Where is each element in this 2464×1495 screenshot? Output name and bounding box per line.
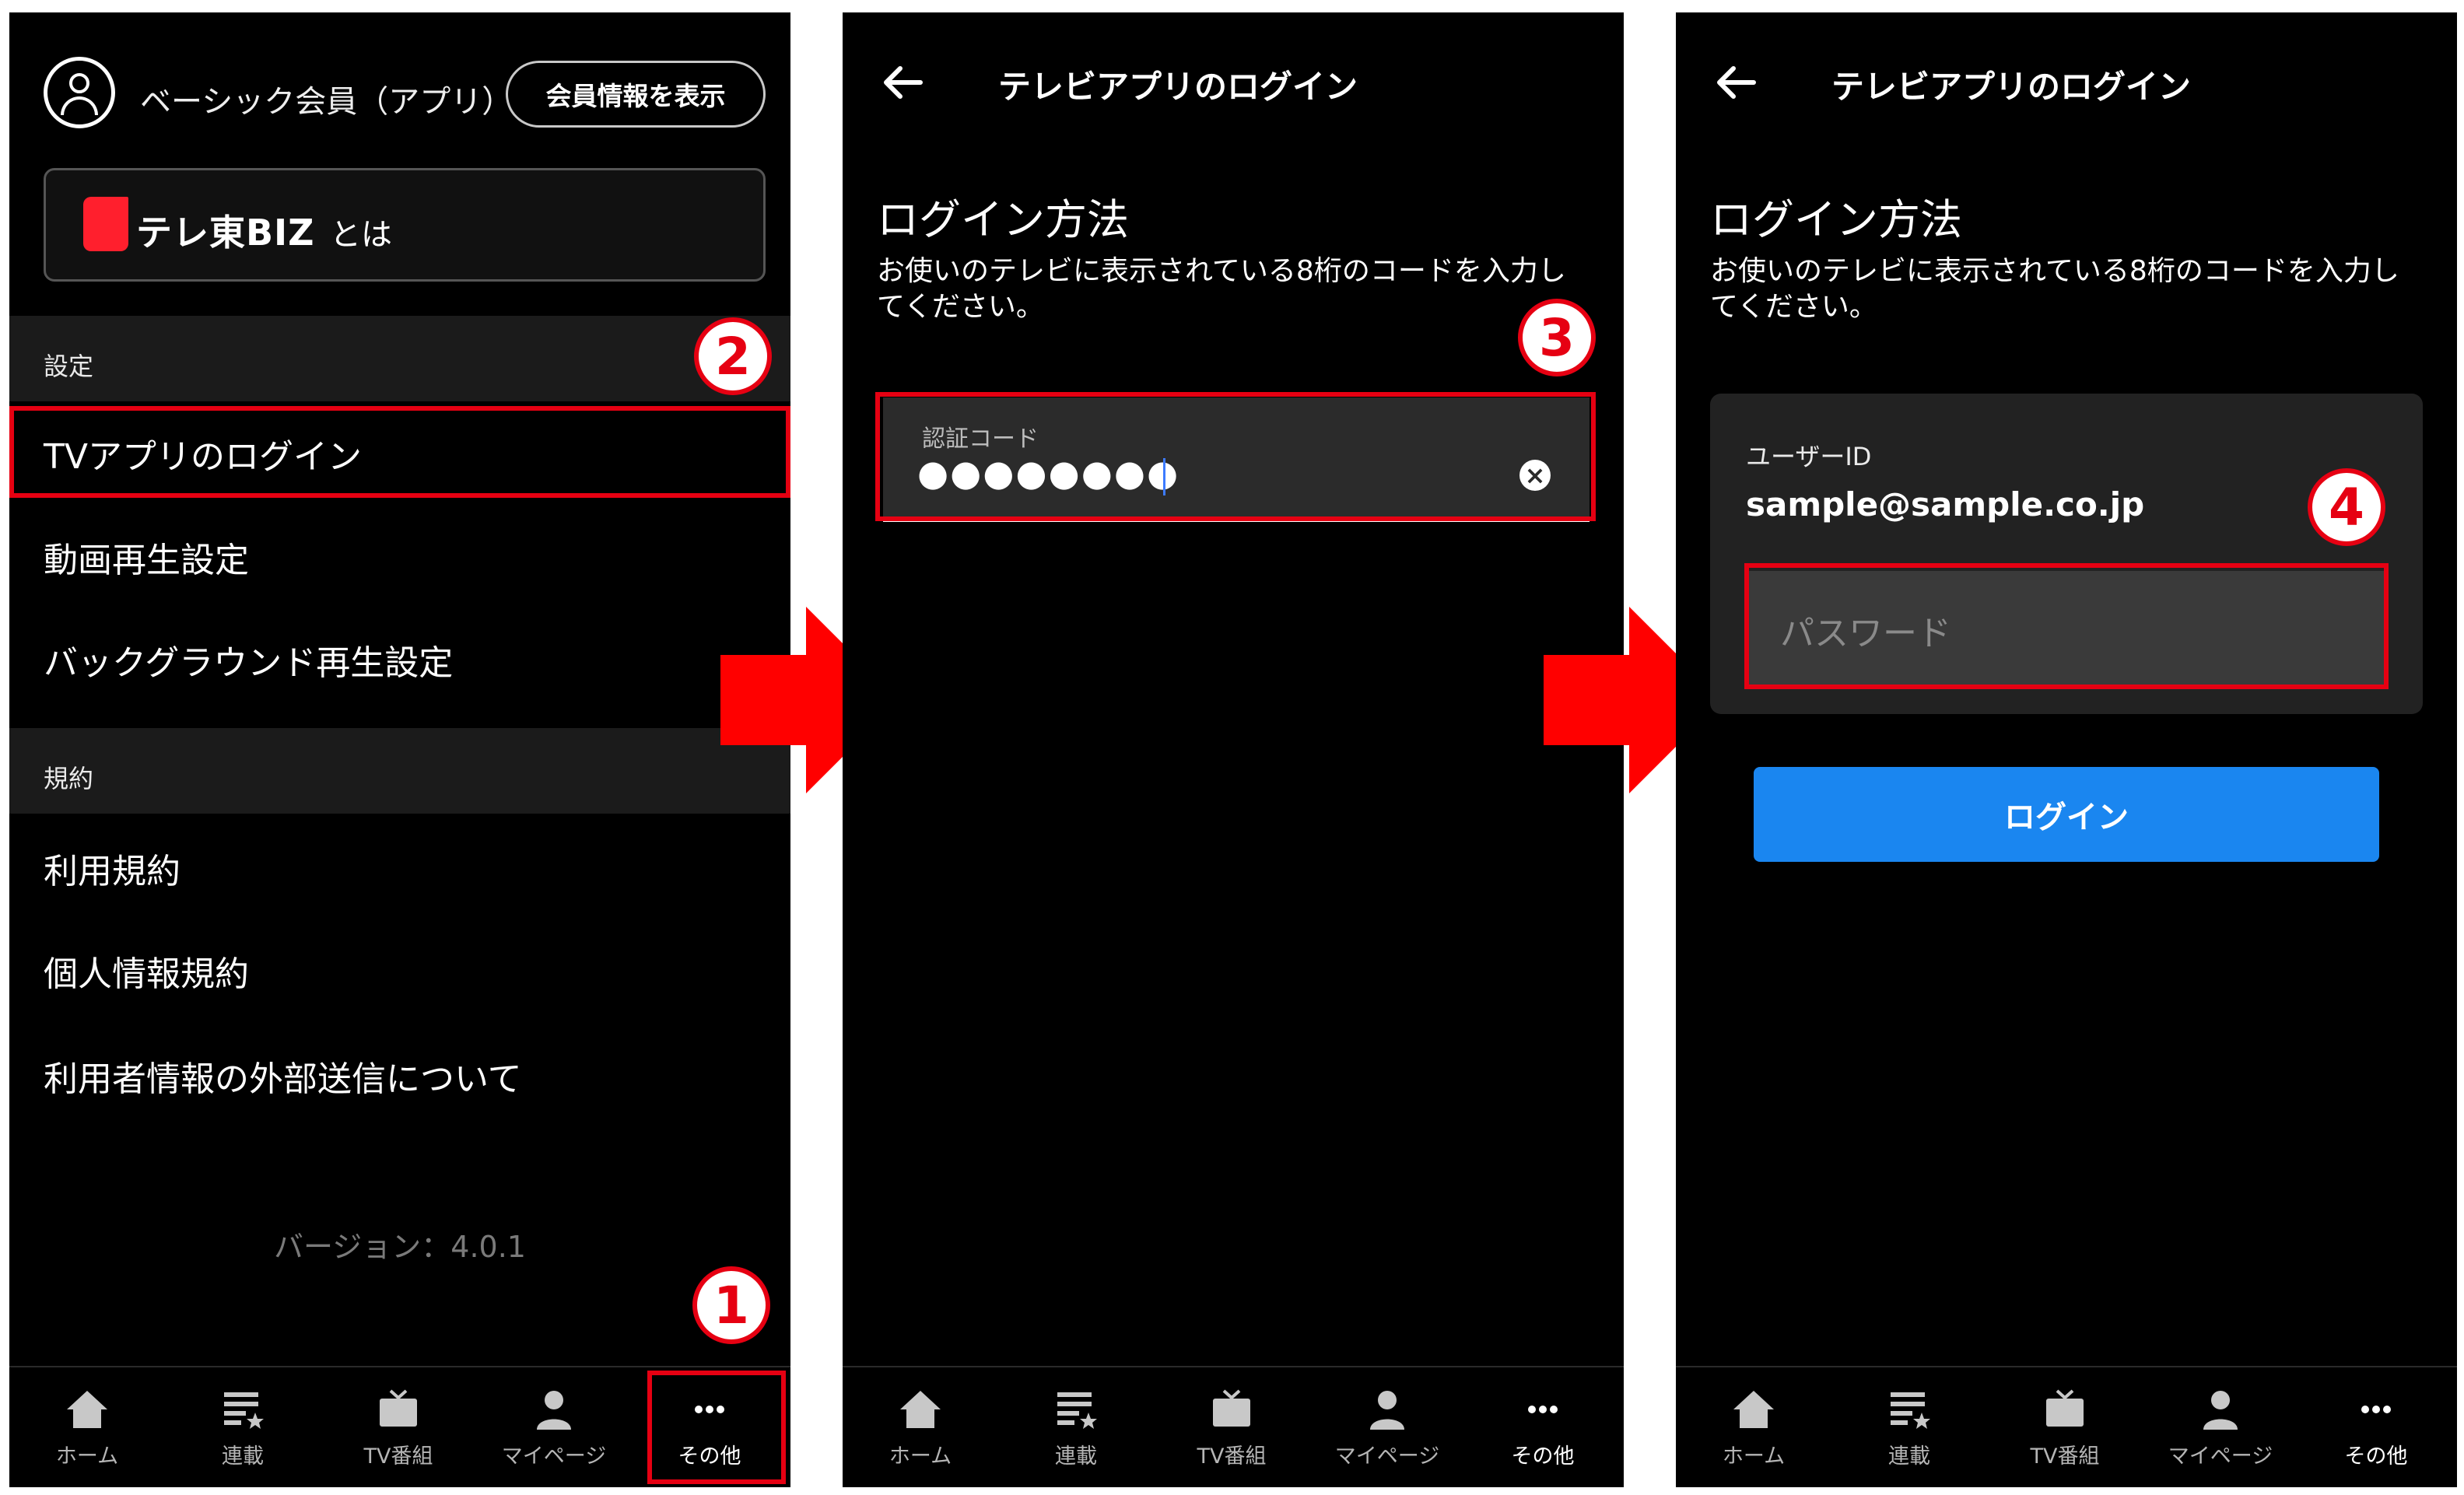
tv-icon <box>1213 1389 1250 1427</box>
tab-label: TV番組 <box>1197 1444 1267 1469</box>
tab-label: その他 <box>1511 1444 1575 1469</box>
tab-label: 連載 <box>1888 1444 1930 1469</box>
home-icon <box>900 1391 941 1428</box>
tv-login-code-screen: テレビアプリのログイン ログイン方法 お使いのテレビに表示されている8桁のコード… <box>843 12 1624 1487</box>
section-title: ログイン方法 <box>877 195 1129 244</box>
page-title: テレビアプリのログイン <box>998 68 1358 106</box>
series-icon <box>1057 1392 1097 1429</box>
section-title: ログイン方法 <box>1710 195 1962 244</box>
tab-label: マイページ <box>2168 1444 2273 1469</box>
instructions: お使いのテレビに表示されている8桁のコードを入力してください。 <box>877 255 1566 323</box>
tab-my-page[interactable]: マイページ <box>476 1367 632 1487</box>
terms-section-header: 規約 <box>9 728 790 814</box>
highlight-tv-login <box>9 406 790 498</box>
tab-label: マイページ <box>1334 1444 1440 1469</box>
step-badge-3: 3 <box>1518 299 1596 376</box>
highlight-other-tab <box>647 1371 786 1484</box>
tab-label: TV番組 <box>2030 1444 2100 1469</box>
tab-tv-programs[interactable]: TV番組 <box>321 1367 476 1487</box>
step-badge-2: 2 <box>694 317 772 395</box>
menu-item-terms-of-use[interactable]: 利用規約 <box>44 843 181 893</box>
menu-item-external-transmission[interactable]: 利用者情報の外部送信について <box>44 1051 522 1101</box>
settings-header-label: 設定 <box>44 352 94 381</box>
tab-tv-programs[interactable]: TV番組 <box>1987 1367 2143 1487</box>
telebiz-brand: テレ東BIZ <box>136 212 315 254</box>
tab-other[interactable]: その他 <box>1465 1367 1621 1487</box>
tab-tv-programs[interactable]: TV番組 <box>1154 1367 1309 1487</box>
user-id-value: sample@sample.co.jp <box>1746 485 2145 523</box>
back-arrow-icon[interactable] <box>880 59 927 106</box>
step-badge-1: 1 <box>692 1266 770 1344</box>
person-icon <box>537 1391 571 1430</box>
tab-label: 連載 <box>222 1444 264 1469</box>
account-icon <box>44 57 115 128</box>
series-icon <box>224 1392 264 1429</box>
about-telebiz-banner[interactable]: テレ東BIZ とは <box>44 168 766 282</box>
tab-label: ホーム <box>1722 1444 1786 1469</box>
tv-icon <box>2046 1389 2084 1427</box>
back-arrow-icon[interactable] <box>1713 59 1760 106</box>
tab-label: 連載 <box>1055 1444 1097 1469</box>
person-icon <box>1370 1391 1404 1430</box>
app-version: バージョン：4.0.1 <box>274 1230 526 1264</box>
tab-label: その他 <box>2344 1444 2408 1469</box>
highlight-password-input <box>1744 563 2389 689</box>
page-title: テレビアプリのログイン <box>1831 68 2192 106</box>
more-icon <box>1528 1406 1558 1413</box>
user-id-label: ユーザーID <box>1746 442 1872 471</box>
tab-home[interactable]: ホーム <box>1676 1367 1831 1487</box>
menu-item-background-playback[interactable]: バックグラウンド再生設定 <box>44 635 453 684</box>
highlight-code-input <box>875 392 1596 521</box>
settings-section-header: 設定 <box>9 316 790 401</box>
step-badge-4: 4 <box>2308 468 2385 546</box>
instructions: お使いのテレビに表示されている8桁のコードを入力してください。 <box>1710 255 2399 323</box>
tv-login-password-screen: テレビアプリのログイン ログイン方法 お使いのテレビに表示されている8桁のコード… <box>1676 12 2457 1487</box>
home-icon <box>67 1391 107 1428</box>
home-icon <box>1733 1391 1774 1428</box>
account-type-label: ベーシック会員（アプリ） <box>140 84 513 120</box>
about-suffix: とは <box>330 217 392 253</box>
terms-header-label: 規約 <box>44 764 94 793</box>
tab-bar: ホーム 連載 TV番組 マイページ その他 <box>1676 1366 2457 1487</box>
menu-item-privacy-policy[interactable]: 個人情報規約 <box>44 946 249 996</box>
tab-label: ホーム <box>55 1444 119 1469</box>
tab-series[interactable]: 連載 <box>998 1367 1154 1487</box>
tab-my-page[interactable]: マイページ <box>2143 1367 2298 1487</box>
person-icon <box>2203 1391 2238 1430</box>
tab-home[interactable]: ホーム <box>9 1367 165 1487</box>
series-icon <box>1891 1392 1930 1429</box>
tab-my-page[interactable]: マイページ <box>1309 1367 1465 1487</box>
tab-label: ホーム <box>889 1444 952 1469</box>
menu-item-video-playback[interactable]: 動画再生設定 <box>44 532 249 582</box>
tab-series[interactable]: 連載 <box>165 1367 321 1487</box>
tv-icon <box>380 1389 417 1427</box>
settings-screen: ベーシック会員（アプリ） 会員情報を表示 テレ東BIZ とは 設定 TVアプリの… <box>9 12 790 1487</box>
tab-other[interactable]: その他 <box>2298 1367 2454 1487</box>
tab-label: TV番組 <box>363 1444 433 1469</box>
more-icon <box>2361 1406 2391 1413</box>
login-button[interactable]: ログイン <box>1754 767 2379 862</box>
tab-label: マイページ <box>501 1444 607 1469</box>
telebiz-logo-icon <box>83 197 128 251</box>
tab-bar: ホーム 連載 TV番組 マイページ その他 <box>843 1366 1624 1487</box>
tab-series[interactable]: 連載 <box>1831 1367 1987 1487</box>
member-info-button[interactable]: 会員情報を表示 <box>506 61 766 128</box>
tab-home[interactable]: ホーム <box>843 1367 998 1487</box>
